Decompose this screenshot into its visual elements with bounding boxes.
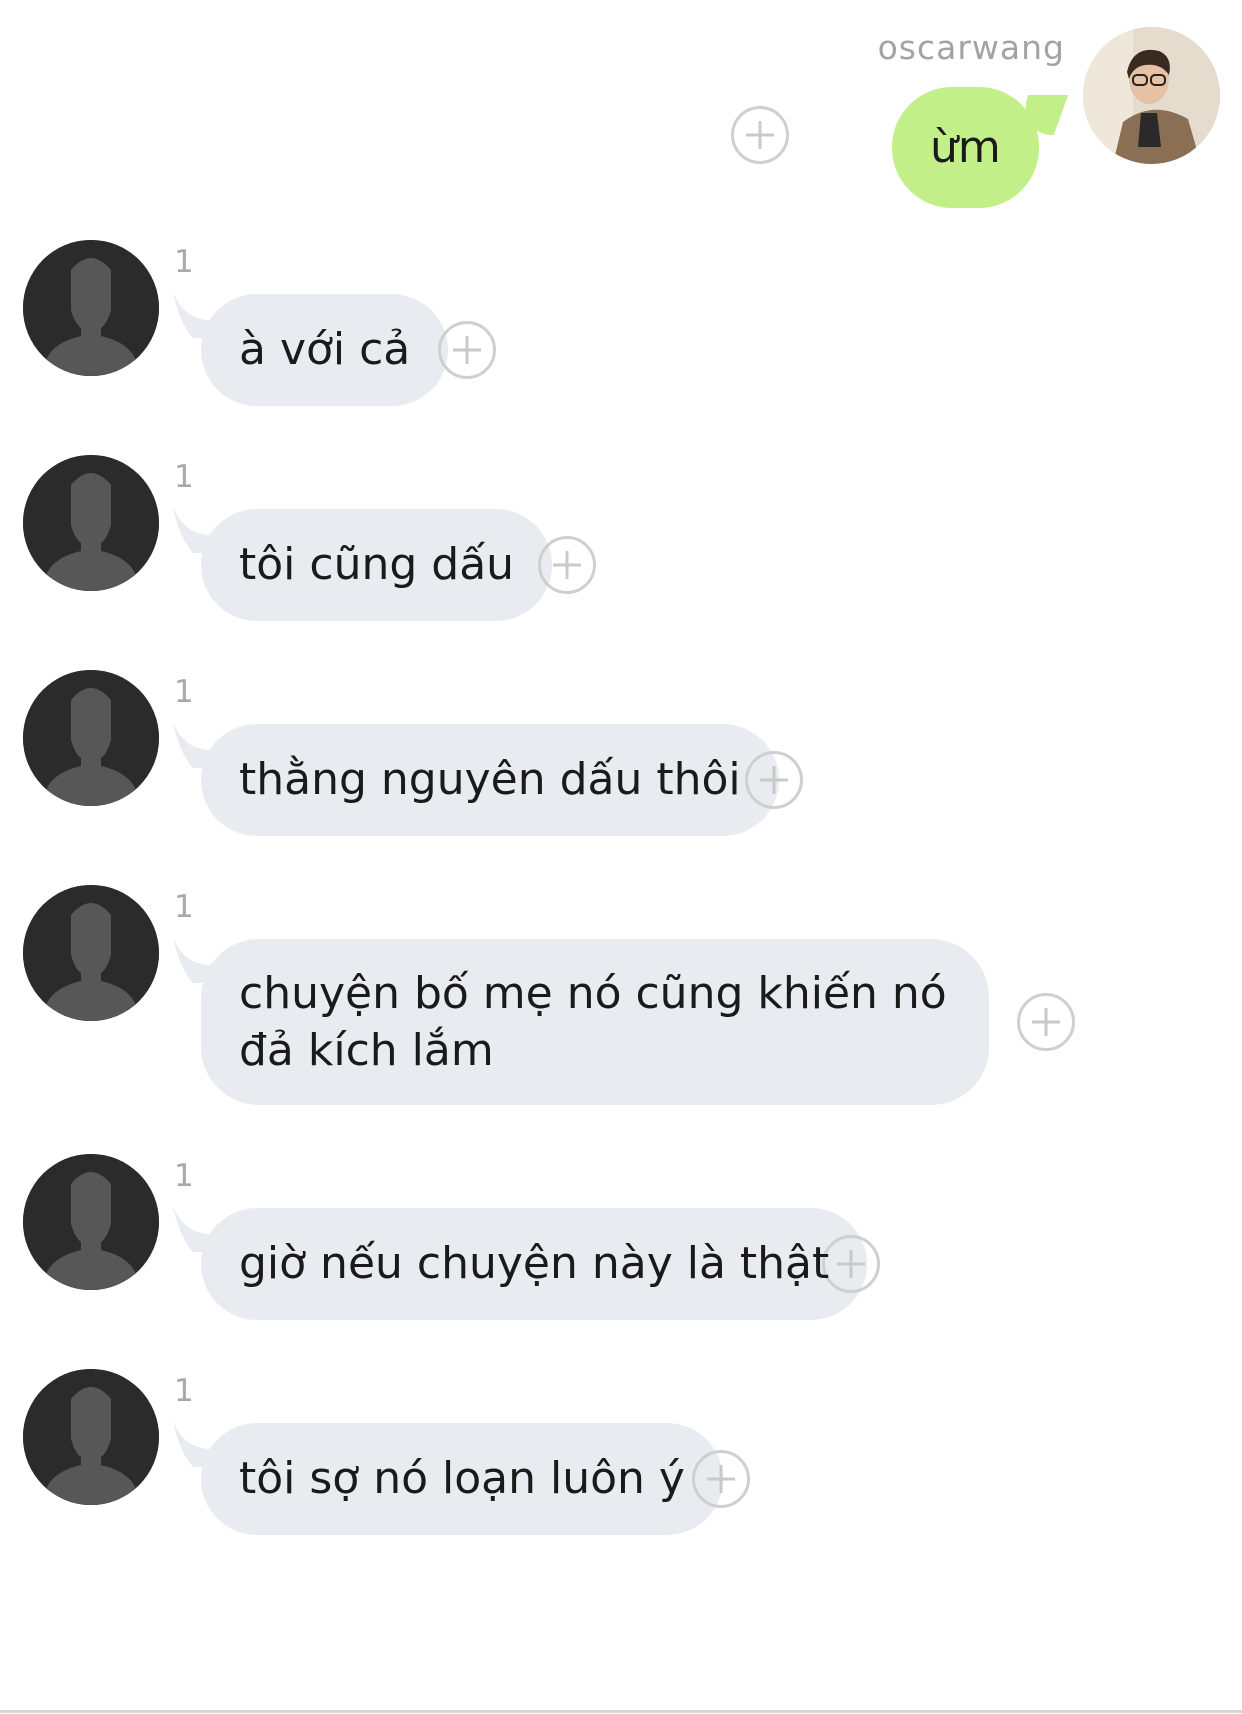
contact-avatar[interactable]: [23, 1369, 159, 1505]
person-silhouette-icon: [23, 455, 159, 591]
unread-count: 1: [174, 674, 194, 710]
person-silhouette-icon: [23, 240, 159, 376]
incoming-message-bubble[interactable]: chuyện bố mẹ nó cũng khiến nó đả kích lắ…: [173, 937, 989, 1105]
bubble-tail: [173, 722, 229, 768]
add-button[interactable]: [692, 1450, 750, 1508]
unread-count: 1: [174, 889, 194, 925]
person-silhouette-icon: [23, 885, 159, 1021]
add-button[interactable]: [438, 321, 496, 379]
message-text: à với cả: [239, 324, 411, 376]
message-text: tôi cũng dấu: [239, 539, 515, 591]
bubble-tail: [173, 937, 229, 983]
incoming-message-bubble[interactable]: thằng nguyên dấu thôi: [173, 722, 779, 836]
contact-avatar[interactable]: [23, 455, 159, 591]
incoming-message-bubble[interactable]: tôi cũng dấu: [173, 507, 553, 621]
unread-count: 1: [174, 244, 194, 280]
add-button[interactable]: [731, 106, 789, 164]
add-button[interactable]: [822, 1235, 880, 1293]
divider: [0, 1710, 1242, 1713]
contact-avatar[interactable]: [23, 1154, 159, 1290]
message-text: ừm: [930, 121, 1001, 173]
unread-count: 1: [174, 1158, 194, 1194]
message-text: chuyện bố mẹ nó cũng khiến nó đả kích lắ…: [239, 967, 947, 1076]
person-silhouette-icon: [23, 670, 159, 806]
message-text: giờ nếu chuyện này là thật: [239, 1238, 830, 1290]
add-button[interactable]: [745, 751, 803, 809]
add-button[interactable]: [538, 536, 596, 594]
message-text: thằng nguyên dấu thôi: [239, 754, 741, 806]
user-avatar[interactable]: [1083, 27, 1220, 164]
person-silhouette-icon: [23, 1369, 159, 1505]
bubble-tail: [173, 1206, 229, 1252]
incoming-message-bubble[interactable]: giờ nếu chuyện này là thật: [173, 1206, 868, 1320]
incoming-message-bubble[interactable]: à với cả: [173, 292, 449, 406]
outgoing-message-bubble[interactable]: ừm: [892, 87, 1039, 208]
message-text: tôi sợ nó loạn luôn ý: [239, 1453, 685, 1505]
bubble-tail: [173, 292, 229, 338]
add-button[interactable]: [1017, 993, 1075, 1051]
sender-name: oscarwang: [877, 28, 1065, 67]
incoming-message-bubble[interactable]: tôi sợ nó loạn luôn ý: [173, 1421, 723, 1535]
contact-avatar[interactable]: [23, 670, 159, 806]
contact-avatar[interactable]: [23, 240, 159, 376]
bubble-tail: [173, 507, 229, 553]
bubble-tail: [173, 1421, 229, 1467]
person-silhouette-icon: [23, 1154, 159, 1290]
contact-avatar[interactable]: [23, 885, 159, 1021]
unread-count: 1: [174, 1373, 194, 1409]
profile-photo: [1083, 27, 1220, 164]
chat-thread[interactable]: oscarwang ừm 1 à với cả 1 tôi cũng dấu 1…: [0, 0, 1242, 1714]
unread-count: 1: [174, 459, 194, 495]
